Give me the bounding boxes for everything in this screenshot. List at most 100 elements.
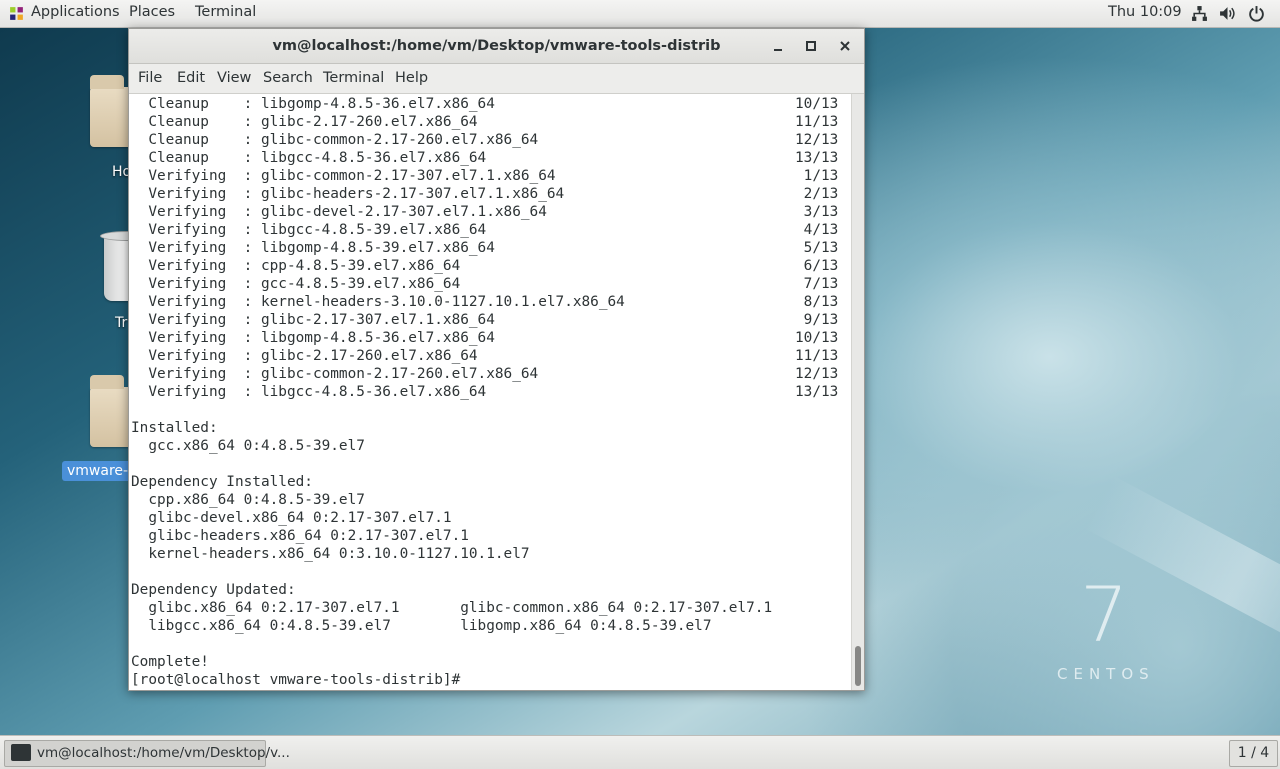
terminal-line-text: Dependency Installed: <box>131 474 313 490</box>
menu-terminal[interactable]: Terminal <box>323 70 384 86</box>
terminal-line-progress: 2/13 <box>795 186 839 202</box>
terminal-line-progress: 12/13 <box>795 132 839 148</box>
power-icon[interactable] <box>1248 5 1265 22</box>
desktop-icon-trash-label: Tr <box>115 315 128 331</box>
terminal-line: Verifying : kernel-headers-3.10.0-1127.1… <box>131 293 838 311</box>
applications-menu[interactable]: Applications <box>31 4 120 20</box>
close-icon[interactable] <box>836 37 854 55</box>
terminal-line-text: Cleanup : glibc-common-2.17-260.el7.x86_… <box>131 132 539 148</box>
terminal-line-text: libgcc.x86_64 0:4.8.5-39.el7 libgomp.x86… <box>131 618 712 634</box>
minimize-icon[interactable] <box>769 37 787 55</box>
terminal-line-text: Verifying : libgomp-4.8.5-36.el7.x86_64 <box>131 330 495 346</box>
terminal-line: Verifying : glibc-headers-2.17-307.el7.1… <box>131 185 838 203</box>
terminal-line-progress: 5/13 <box>795 240 839 256</box>
taskbar-terminal-label: vm@localhost:/home/vm/Desktop/v... <box>37 745 290 761</box>
terminal-line: Verifying : libgomp-4.8.5-39.el7.x86_64 … <box>131 239 838 257</box>
terminal-line: Complete! <box>131 653 209 671</box>
scrollbar-thumb[interactable] <box>855 646 861 686</box>
terminal-line: Dependency Updated: <box>131 581 296 599</box>
terminal-window: vm@localhost:/home/vm/Desktop/vmware-too… <box>128 28 865 691</box>
terminal-line-text: Installed: <box>131 420 218 436</box>
terminal-line-text: Verifying : libgcc-4.8.5-36.el7.x86_64 <box>131 384 487 400</box>
terminal-line: Dependency Installed: <box>131 473 313 491</box>
terminal-line-progress: 11/13 <box>795 114 839 130</box>
terminal-app-menu[interactable]: Terminal <box>195 4 256 20</box>
terminal-line-progress: 10/13 <box>795 96 839 112</box>
terminal-line: Verifying : libgcc-4.8.5-39.el7.x86_64 4… <box>131 221 838 239</box>
terminal-output[interactable]: Cleanup : libgomp-4.8.5-36.el7.x86_64 10/… <box>129 94 851 690</box>
places-menu[interactable]: Places <box>129 4 175 20</box>
menu-search[interactable]: Search <box>263 70 313 86</box>
terminal-line-progress: 4/13 <box>795 222 839 238</box>
centos-logo-icon <box>10 7 23 20</box>
terminal-line: Cleanup : glibc-common-2.17-260.el7.x86_… <box>131 131 838 149</box>
terminal-line-progress: 3/13 <box>795 204 839 220</box>
window-titlebar[interactable]: vm@localhost:/home/vm/Desktop/vmware-too… <box>129 29 864 64</box>
terminal-line-progress: 13/13 <box>795 150 839 166</box>
terminal-line: glibc-headers.x86_64 0:2.17-307.el7.1 <box>131 527 469 545</box>
terminal-line-text: Verifying : glibc-2.17-307.el7.1.x86_64 <box>131 312 495 328</box>
centos-logo-word: CENTOS <box>1057 665 1155 683</box>
window-title: vm@localhost:/home/vm/Desktop/vmware-too… <box>272 38 721 54</box>
terminal-line-progress: 6/13 <box>795 258 839 274</box>
terminal-line: Cleanup : libgcc-4.8.5-36.el7.x86_64 13/1… <box>131 149 838 167</box>
terminal-line-text: Verifying : glibc-common-2.17-260.el7.x8… <box>131 366 539 382</box>
terminal-line: Cleanup : libgomp-4.8.5-36.el7.x86_64 10/… <box>131 95 838 113</box>
terminal-line-progress: 8/13 <box>795 294 839 310</box>
terminal-line-text: Verifying : glibc-headers-2.17-307.el7.1… <box>131 186 565 202</box>
terminal-line: Verifying : cpp-4.8.5-39.el7.x86_64 6/13 <box>131 257 838 275</box>
terminal-line: Verifying : glibc-common-2.17-260.el7.x8… <box>131 365 838 383</box>
terminal-line-text: Cleanup : glibc-2.17-260.el7.x86_64 <box>131 114 478 130</box>
terminal-line-text: Verifying : glibc-devel-2.17-307.el7.1.x… <box>131 204 547 220</box>
terminal-line-text: glibc-devel.x86_64 0:2.17-307.el7.1 <box>131 510 452 526</box>
centos-logo-numeral: 7 <box>1080 570 1129 659</box>
menu-edit[interactable]: Edit <box>177 70 205 86</box>
terminal-line-text: Complete! <box>131 654 209 670</box>
terminal-line-text: glibc.x86_64 0:2.17-307.el7.1 glibc-comm… <box>131 600 773 616</box>
terminal-line: gcc.x86_64 0:4.8.5-39.el7 <box>131 437 365 455</box>
terminal-line-text: Verifying : libgomp-4.8.5-39.el7.x86_64 <box>131 240 495 256</box>
terminal-line: Installed: <box>131 419 218 437</box>
taskbar-terminal-button[interactable]: vm@localhost:/home/vm/Desktop/v... <box>4 740 290 767</box>
terminal-line-text: Verifying : kernel-headers-3.10.0-1127.1… <box>131 294 625 310</box>
terminal-line: glibc-devel.x86_64 0:2.17-307.el7.1 <box>131 509 452 527</box>
terminal-line-progress: 12/13 <box>795 366 839 382</box>
terminal-line: Verifying : glibc-devel-2.17-307.el7.1.x… <box>131 203 838 221</box>
terminal-line-progress: 13/13 <box>795 384 839 400</box>
top-panel: Applications Places Terminal Thu 10:09 <box>0 0 1280 28</box>
scrollbar[interactable] <box>851 94 864 690</box>
terminal-line: kernel-headers.x86_64 0:3.10.0-1127.10.1… <box>131 545 530 563</box>
terminal-line: Verifying : libgomp-4.8.5-36.el7.x86_64 1… <box>131 329 838 347</box>
terminal-line: glibc.x86_64 0:2.17-307.el7.1 glibc-comm… <box>131 599 772 617</box>
terminal-line-text: kernel-headers.x86_64 0:3.10.0-1127.10.1… <box>131 546 530 562</box>
terminal-line: Verifying : glibc-common-2.17-307.el7.1.… <box>131 167 838 185</box>
menu-bar: File Edit View Search Terminal Help <box>129 64 864 94</box>
terminal-line-text: Dependency Updated: <box>131 582 296 598</box>
volume-icon[interactable] <box>1219 5 1236 22</box>
menu-help[interactable]: Help <box>395 70 428 86</box>
terminal-line-text: Verifying : glibc-2.17-260.el7.x86_64 <box>131 348 478 364</box>
terminal-line: Verifying : gcc-4.8.5-39.el7.x86_64 7/13 <box>131 275 838 293</box>
terminal-line-text: cpp.x86_64 0:4.8.5-39.el7 <box>131 492 365 508</box>
terminal-line-progress: 9/13 <box>795 312 839 328</box>
terminal-line-progress: 7/13 <box>795 276 839 292</box>
terminal-line: Verifying : glibc-2.17-260.el7.x86_64 11/… <box>131 347 838 365</box>
workspace-indicator[interactable]: 1 / 4 <box>1229 740 1278 767</box>
terminal-line-text: Verifying : gcc-4.8.5-39.el7.x86_64 <box>131 276 461 292</box>
terminal-line: Cleanup : glibc-2.17-260.el7.x86_64 11/13 <box>131 113 838 131</box>
maximize-icon[interactable] <box>802 37 820 55</box>
menu-file[interactable]: File <box>138 70 162 86</box>
terminal-line-text: Cleanup : libgomp-4.8.5-36.el7.x86_64 <box>131 96 495 112</box>
terminal-line: cpp.x86_64 0:4.8.5-39.el7 <box>131 491 365 509</box>
menu-view[interactable]: View <box>217 70 251 86</box>
terminal-line-progress: 10/13 <box>795 330 839 346</box>
clock[interactable]: Thu 10:09 <box>1108 4 1182 20</box>
terminal-line-text: [root@localhost vmware-tools-distrib]# <box>131 672 469 688</box>
terminal-line: Verifying : glibc-2.17-307.el7.1.x86_64 … <box>131 311 838 329</box>
network-icon[interactable] <box>1191 5 1208 22</box>
terminal-line-progress: 1/13 <box>795 168 839 184</box>
terminal-icon <box>11 744 31 761</box>
terminal-line-progress: 11/13 <box>795 348 839 364</box>
terminal-line-text: glibc-headers.x86_64 0:2.17-307.el7.1 <box>131 528 469 544</box>
terminal-line: libgcc.x86_64 0:4.8.5-39.el7 libgomp.x86… <box>131 617 711 635</box>
